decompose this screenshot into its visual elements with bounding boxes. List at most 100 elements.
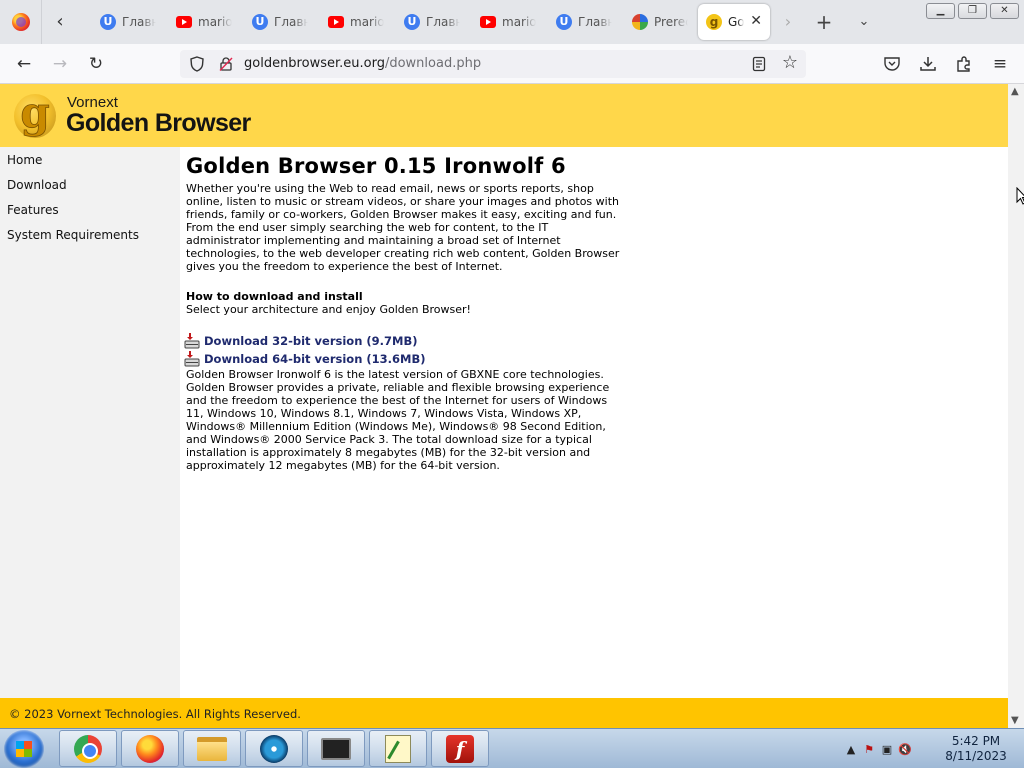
tab-8[interactable]: Prerec (624, 4, 696, 40)
tab-title: Главн (274, 15, 308, 29)
tab-title: mario (350, 15, 384, 29)
navigation-toolbar: ← → ↻ goldenbrowser.eu.org/download.php … (0, 44, 1024, 84)
youtube-icon (176, 14, 192, 30)
tab-2[interactable]: mario (168, 4, 240, 40)
footer-copyright: © 2023 Vornext Technologies. All Rights … (9, 707, 301, 721)
restore-icon[interactable]: ❐ (958, 3, 987, 19)
download-links: Download 32-bit version (9.7MB) Download… (184, 332, 626, 368)
tab-title: Главн (426, 15, 460, 29)
description-paragraph: Golden Browser Ironwolf 6 is the latest … (186, 368, 610, 472)
u-icon: U (556, 14, 572, 30)
list-tabs-icon[interactable]: ⌄ (854, 12, 874, 32)
new-tab-icon[interactable]: + (814, 12, 834, 32)
minimize-icon[interactable]: ▁ (926, 3, 955, 19)
main-content: Golden Browser 0.15 Ironwolf 6 Whether y… (184, 152, 626, 472)
insecure-lock-icon[interactable] (218, 56, 234, 72)
sidebar-item-features[interactable]: Features (0, 198, 180, 223)
download-arrow-icon (184, 351, 200, 367)
logo-letter: g (20, 90, 49, 137)
sidebar-item-system-requirements[interactable]: System Requirements (0, 223, 180, 248)
intro-paragraph-1: Whether you're using the Web to read ema… (186, 182, 620, 221)
tab-title: mario (198, 15, 232, 29)
youtube-icon (480, 14, 496, 30)
tab-6[interactable]: mario (472, 4, 544, 40)
taskbar: f ▲ ⚑ ▣ 🔇 5:42 PM 8/11/2023 (0, 728, 1024, 768)
page-title: Golden Browser 0.15 Ironwolf 6 (186, 154, 566, 178)
url-bar[interactable]: goldenbrowser.eu.org/download.php ☆ (180, 50, 806, 78)
pocket-icon[interactable] (880, 52, 904, 76)
howto-text: Select your architecture and enjoy Golde… (186, 303, 471, 316)
downloads-icon[interactable] (916, 52, 940, 76)
taskbar-file-explorer[interactable] (183, 730, 241, 767)
mouse-cursor-icon (1016, 187, 1024, 205)
tabs-scroll-left-icon[interactable]: ‹ (48, 11, 72, 33)
hamburger-menu-icon[interactable]: ≡ (988, 52, 1012, 76)
reload-icon[interactable]: ↻ (84, 52, 108, 76)
firefox-icon (11, 13, 30, 31)
howto-heading: How to download and install (186, 290, 363, 303)
start-button[interactable] (4, 730, 44, 768)
file-explorer-icon (197, 736, 227, 761)
clock-date: 8/11/2023 (945, 749, 1007, 763)
taskbar-chrome[interactable] (59, 730, 117, 767)
close-window-icon[interactable]: ✕ (990, 3, 1019, 19)
download-arrow-icon (184, 333, 200, 349)
extensions-icon[interactable] (952, 52, 976, 76)
golden-browser-icon: g (706, 14, 722, 30)
url-host: goldenbrowser.eu.org (244, 56, 385, 71)
scroll-down-icon[interactable]: ▼ (1011, 715, 1019, 726)
page-scrollbar[interactable]: ▲ ▼ (1008, 84, 1024, 728)
download-32bit-row: Download 32-bit version (9.7MB) (184, 332, 624, 350)
tab-3[interactable]: U Главн (244, 4, 316, 40)
shield-icon[interactable] (190, 56, 204, 72)
reader-view-icon[interactable] (752, 56, 766, 72)
brand-name: Golden Browser (66, 109, 251, 137)
site-header: g Vornext Golden Browser (0, 84, 1008, 147)
u-icon: U (100, 14, 116, 30)
system-tray: ▲ ⚑ ▣ 🔇 (842, 739, 914, 759)
tab-1[interactable]: U Главн (92, 4, 164, 40)
back-icon[interactable]: ← (12, 52, 36, 76)
volume-muted-icon[interactable]: 🔇 (896, 743, 914, 756)
bookmark-star-icon[interactable]: ☆ (782, 53, 798, 73)
u-icon: U (404, 14, 420, 30)
tab-active[interactable]: g Go ✕ (698, 4, 770, 40)
firefox-icon (136, 734, 164, 763)
tab-title: Prerec (654, 15, 688, 29)
url-path: /download.php (384, 56, 482, 71)
download-32bit-link[interactable]: Download 32-bit version (9.7MB) (204, 334, 418, 348)
action-center-warning-icon[interactable]: ⚑ (860, 743, 878, 756)
tabs-scroll-right-icon[interactable]: › (778, 12, 798, 32)
firefox-menu-button[interactable] (0, 0, 42, 44)
tab-7[interactable]: U Главн (548, 4, 620, 40)
url-text[interactable]: goldenbrowser.eu.org/download.php (244, 56, 481, 71)
page-viewport: g Vornext Golden Browser Home Download F… (0, 84, 1008, 728)
taskbar-terminal[interactable] (307, 730, 365, 767)
tab-4[interactable]: mario (320, 4, 392, 40)
youtube-icon (328, 14, 344, 30)
sidebar-item-home[interactable]: Home (0, 148, 180, 173)
network-icon[interactable]: ▣ (878, 743, 896, 756)
globe-icon (632, 14, 648, 30)
tray-expand-icon[interactable]: ▲ (842, 743, 860, 756)
download-64bit-row: Download 64-bit version (13.6MB) (184, 350, 624, 368)
tab-title: Go (728, 15, 744, 29)
taskbar-media-player[interactable] (245, 730, 303, 767)
taskbar-flash-player[interactable]: f (431, 730, 489, 767)
download-64bit-link[interactable]: Download 64-bit version (13.6MB) (204, 352, 426, 366)
flash-player-icon: f (446, 734, 474, 763)
tab-title: Главн (578, 15, 612, 29)
forward-icon[interactable]: → (48, 52, 72, 76)
close-tab-icon[interactable]: ✕ (750, 13, 762, 29)
site-footer: © 2023 Vornext Technologies. All Rights … (0, 698, 1008, 728)
taskbar-notepad[interactable] (369, 730, 427, 767)
clock-time: 5:42 PM (951, 734, 1001, 748)
tab-5[interactable]: U Главн (396, 4, 468, 40)
tab-title: Главн (122, 15, 156, 29)
system-clock[interactable]: 5:42 PM 8/11/2023 (938, 734, 1014, 764)
scroll-up-icon[interactable]: ▲ (1011, 86, 1019, 97)
taskbar-firefox[interactable] (121, 730, 179, 767)
sidebar-item-download[interactable]: Download (0, 173, 180, 198)
tab-title: mario (502, 15, 536, 29)
terminal-icon (321, 737, 351, 760)
